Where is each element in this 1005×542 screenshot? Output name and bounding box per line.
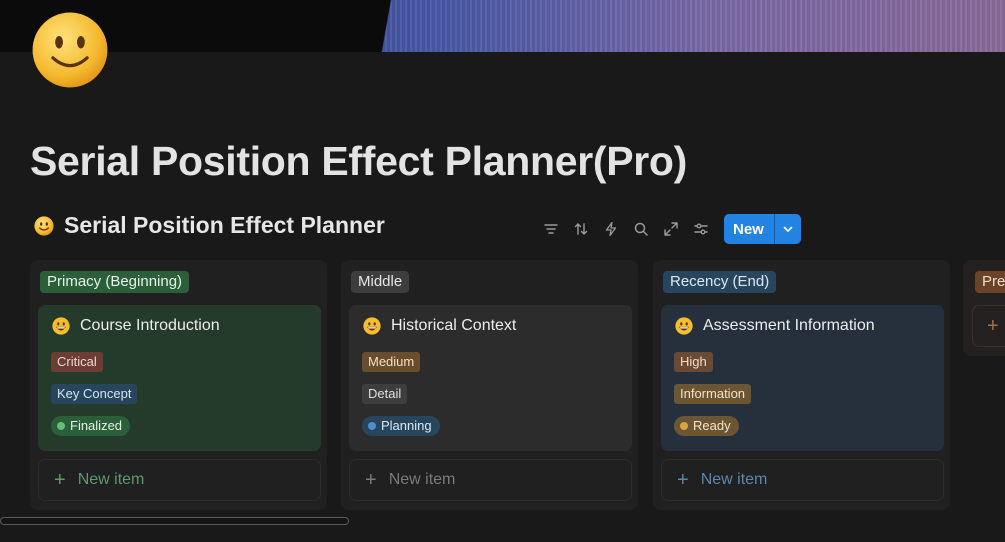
- new-item-button[interactable]: + New item: [38, 459, 321, 501]
- priority-tag: Medium: [362, 352, 421, 372]
- settings-sliders-icon[interactable]: [686, 214, 716, 244]
- new-button-label[interactable]: New: [724, 214, 774, 244]
- board-card[interactable]: Historical Context Medium Detail Plannin…: [349, 305, 632, 451]
- database-toolbar: New: [536, 214, 801, 244]
- card-title-text: Assessment Information: [703, 317, 875, 334]
- column-header-label[interactable]: Pre: [975, 271, 1005, 293]
- type-tag: Information: [674, 384, 752, 404]
- database-header: Serial Position Effect Planner: [34, 212, 385, 239]
- priority-tag: High: [674, 352, 713, 372]
- type-tag: Key Concept: [51, 384, 138, 404]
- automation-lightning-icon[interactable]: [596, 214, 626, 244]
- slightly-smiling-face-icon[interactable]: [34, 215, 54, 236]
- status-badge: Finalized: [51, 416, 131, 436]
- status-dot-icon: [57, 422, 65, 430]
- page-cover-image[interactable]: [0, 0, 1005, 52]
- page-title[interactable]: Serial Position Effect Planner(Pro): [30, 138, 687, 185]
- status-text: Ready: [693, 418, 731, 433]
- board-column-middle: Middle Historical Context Medium Detail …: [341, 260, 638, 510]
- board-card[interactable]: Assessment Information High Information …: [661, 305, 944, 451]
- priority-tag: Critical: [51, 352, 103, 372]
- new-item-button[interactable]: + New item: [661, 459, 944, 501]
- sort-icon[interactable]: [566, 214, 596, 244]
- board-column-recency: Recency (End) Assessment Information Hig…: [653, 260, 950, 510]
- status-text: Finalized: [70, 418, 123, 433]
- board-horizontal-scrollbar[interactable]: [0, 517, 349, 525]
- database-title[interactable]: Serial Position Effect Planner: [64, 212, 385, 239]
- new-item-label: New item: [700, 471, 768, 488]
- new-item-button[interactable]: + New item: [349, 459, 632, 501]
- column-header-label[interactable]: Recency (End): [663, 271, 777, 293]
- grinning-face-icon: [363, 317, 381, 335]
- type-tag: Detail: [362, 384, 408, 404]
- card-title[interactable]: Course Introduction: [52, 317, 220, 335]
- plus-icon: +: [365, 468, 377, 491]
- plus-icon: +: [677, 468, 689, 491]
- card-title[interactable]: Assessment Information: [675, 317, 875, 335]
- search-icon[interactable]: [626, 214, 656, 244]
- chevron-down-icon[interactable]: [773, 214, 801, 244]
- slightly-smiling-face-icon[interactable]: [31, 11, 109, 89]
- expand-icon[interactable]: [656, 214, 686, 244]
- status-text: Planning: [381, 418, 432, 433]
- status-badge: Planning: [362, 416, 440, 436]
- card-title-text: Historical Context: [391, 317, 517, 334]
- board-column-primacy: Primacy (Beginning) Course Introduction …: [30, 260, 327, 510]
- status-dot-icon: [368, 422, 376, 430]
- column-header-label[interactable]: Primacy (Beginning): [40, 271, 190, 293]
- filter-icon[interactable]: [536, 214, 566, 244]
- board-column-partial: Pre +: [963, 260, 1005, 356]
- new-item-label: New item: [388, 471, 456, 488]
- board-card[interactable]: Course Introduction Critical Key Concept…: [38, 305, 321, 451]
- status-badge: Ready: [674, 416, 739, 436]
- card-title[interactable]: Historical Context: [363, 317, 516, 335]
- grinning-face-icon: [52, 317, 70, 335]
- new-item-label: New item: [77, 471, 145, 488]
- grinning-face-icon: [675, 317, 693, 335]
- new-item-button[interactable]: +: [972, 305, 1005, 347]
- plus-icon: +: [54, 468, 66, 491]
- column-header-label[interactable]: Middle: [351, 271, 410, 293]
- status-dot-icon: [680, 422, 688, 430]
- new-button[interactable]: New: [724, 214, 801, 244]
- card-title-text: Course Introduction: [80, 317, 220, 334]
- plus-icon: +: [987, 314, 999, 337]
